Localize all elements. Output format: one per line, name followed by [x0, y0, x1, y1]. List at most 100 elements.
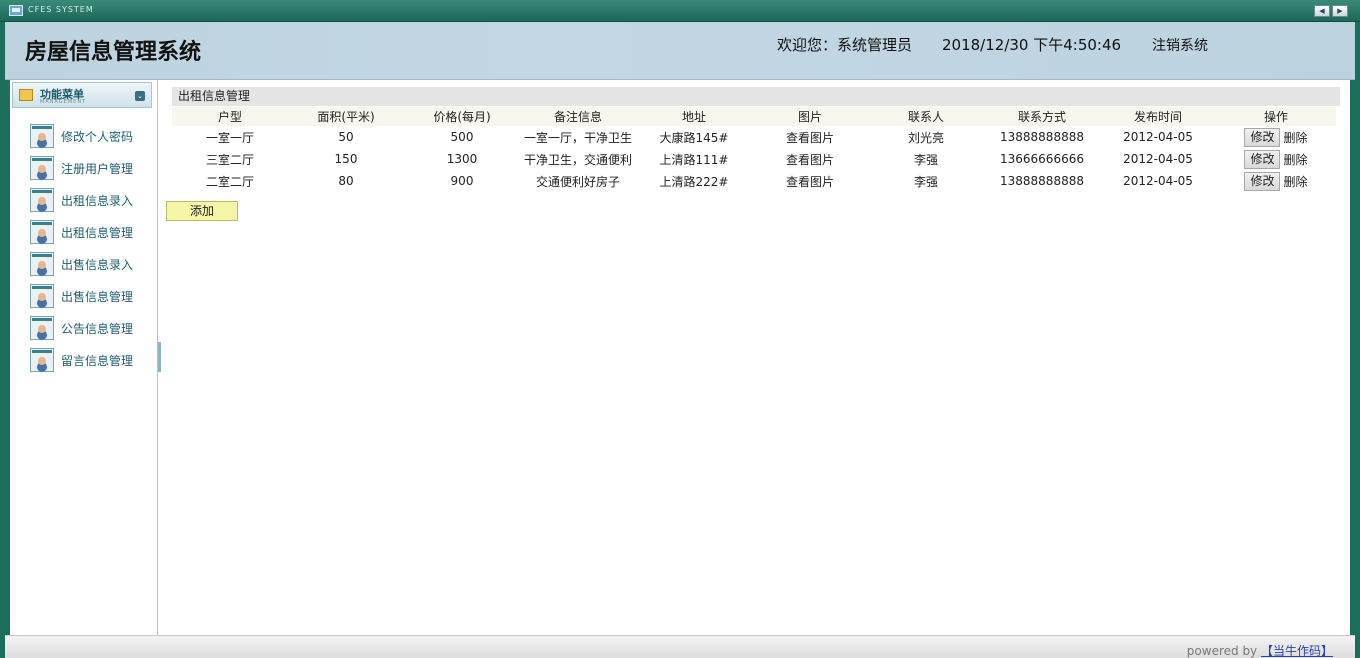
main-content: 出租信息管理 户型 面积(平米) 价格(每月) 备注信息 地址 图片 联系人 联… — [162, 80, 1350, 635]
table-row: 三室二厅 150 1300 干净卫生，交通便利 上清路111# 查看图片 李强 … — [172, 148, 1336, 170]
prev-arrow-icon[interactable]: ◀ — [1314, 5, 1330, 17]
edit-button[interactable]: 修改 — [1244, 127, 1281, 147]
content-frame: 功能菜单 MANAGEMENT ⌄ 修改个人密码 注册用户管理 出租信息录入 出… — [5, 80, 1355, 635]
column-header: 发布时间 — [1100, 107, 1216, 126]
sidebar-item-rental-management[interactable]: 出租信息管理 — [10, 218, 158, 250]
sidebar-item-label: 修改个人密码 — [61, 130, 134, 144]
user-icon — [30, 348, 54, 372]
footer: powered by 【当牛作码】 — [5, 635, 1355, 658]
view-image-link[interactable]: 查看图片 — [752, 148, 868, 170]
cell-contact: 李强 — [913, 152, 938, 167]
cell-contact: 刘光亮 — [907, 130, 944, 145]
column-header: 操作 — [1216, 107, 1336, 126]
sidebar-item-label: 出售信息录入 — [61, 258, 134, 272]
column-header: 图片 — [752, 107, 868, 126]
column-header: 价格(每月) — [404, 107, 520, 126]
cell-address: 上清路111# — [659, 152, 729, 167]
sidebar-item-change-password[interactable]: 修改个人密码 — [10, 122, 158, 154]
window-titlebar: CFES SYSTEM ◀ ▶ — [0, 0, 1360, 22]
rental-table: 户型 面积(平米) 价格(每月) 备注信息 地址 图片 联系人 联系方式 发布时… — [172, 107, 1336, 192]
column-header: 地址 — [636, 107, 752, 126]
sidebar-item-rental-entry[interactable]: 出租信息录入 — [10, 186, 158, 218]
menu-list: 修改个人密码 注册用户管理 出租信息录入 出租信息管理 出售信息录入 出售信息管… — [10, 122, 158, 378]
folder-icon — [19, 89, 33, 101]
sidebar-item-label: 出售信息管理 — [61, 290, 134, 304]
cell-area: 150 — [334, 152, 358, 166]
sidebar-item-sale-management[interactable]: 出售信息管理 — [10, 282, 158, 314]
cell-address: 大康路145# — [659, 130, 729, 145]
sidebar-item-label: 公告信息管理 — [61, 322, 134, 336]
edit-button[interactable]: 修改 — [1244, 171, 1281, 191]
cell-contact: 李强 — [913, 174, 938, 189]
table-header-row: 户型 面积(平米) 价格(每月) 备注信息 地址 图片 联系人 联系方式 发布时… — [172, 107, 1336, 126]
view-image-link[interactable]: 查看图片 — [752, 170, 868, 192]
column-header: 联系人 — [868, 107, 984, 126]
page-header: 房屋信息管理系统 欢迎您：系统管理员 2018/12/30 下午4:50:46 … — [5, 22, 1355, 80]
sidebar-item-label: 出租信息录入 — [61, 194, 134, 208]
sidebar-item-label: 留言信息管理 — [61, 354, 134, 368]
panel-title: 出租信息管理 — [172, 87, 1340, 106]
table-row: 一室一厅 50 500 一室一厅，干净卫生 大康路145# 查看图片 刘光亮 1… — [172, 126, 1336, 148]
page-title: 房屋信息管理系统 — [25, 40, 202, 65]
cell-actions: 修改 删除 — [1216, 148, 1336, 170]
cell-area: 50 — [338, 130, 354, 144]
sidebar-item-label: 出租信息管理 — [61, 226, 134, 240]
menu-header: 功能菜单 MANAGEMENT ⌄ — [12, 82, 152, 108]
cell-type: 三室二厅 — [205, 152, 254, 167]
edit-button[interactable]: 修改 — [1244, 149, 1281, 169]
next-arrow-icon[interactable]: ▶ — [1332, 5, 1348, 17]
cell-note: 交通便利好房子 — [535, 174, 620, 189]
cell-type: 二室二厅 — [205, 174, 254, 189]
cell-date: 2012-04-05 — [1123, 130, 1193, 144]
current-datetime: 2018/12/30 下午4:50:46 — [942, 36, 1122, 54]
cell-price: 500 — [450, 130, 474, 144]
cell-price: 1300 — [446, 152, 478, 166]
system-icon — [9, 5, 23, 16]
sidebar-item-notice-management[interactable]: 公告信息管理 — [10, 314, 158, 346]
column-header: 面积(平米) — [288, 107, 404, 126]
user-icon — [30, 220, 54, 244]
column-header: 联系方式 — [984, 107, 1100, 126]
cell-note: 一室一厅，干净卫生 — [523, 130, 632, 145]
cell-date: 2012-04-05 — [1123, 152, 1193, 166]
cell-actions: 修改 删除 — [1216, 126, 1336, 148]
sidebar-item-message-management[interactable]: 留言信息管理 — [10, 346, 158, 378]
logout-link[interactable]: 注销系统 — [1152, 35, 1208, 55]
user-icon — [30, 284, 54, 308]
cell-actions: 修改 删除 — [1216, 170, 1336, 192]
column-header: 户型 — [172, 107, 288, 126]
cell-type: 一室一厅 — [205, 130, 254, 145]
sidebar-item-sale-entry[interactable]: 出售信息录入 — [10, 250, 158, 282]
table-row: 二室二厅 80 900 交通便利好房子 上清路222# 查看图片 李强 1388… — [172, 170, 1336, 192]
add-button[interactable]: 添加 — [166, 201, 238, 221]
cell-phone: 13888888888 — [1000, 174, 1084, 188]
sidebar: 功能菜单 MANAGEMENT ⌄ 修改个人密码 注册用户管理 出租信息录入 出… — [10, 80, 158, 635]
user-icon — [30, 156, 54, 180]
collapse-icon[interactable]: ⌄ — [135, 91, 145, 101]
user-icon — [30, 252, 54, 276]
delete-link[interactable]: 删除 — [1283, 151, 1307, 168]
user-icon — [30, 316, 54, 340]
menu-subtitle: MANAGEMENT — [40, 99, 87, 105]
cell-phone: 13666666666 — [1000, 152, 1084, 166]
powered-by-label: powered by — [1186, 644, 1258, 658]
brand-link[interactable]: 【当牛作码】 — [1261, 644, 1333, 658]
cell-price: 900 — [450, 174, 474, 188]
delete-link[interactable]: 删除 — [1283, 129, 1307, 146]
sidebar-splitter-handle[interactable] — [158, 342, 161, 372]
cell-area: 80 — [338, 174, 354, 188]
system-label: CFES SYSTEM — [28, 5, 94, 14]
cell-address: 上清路222# — [659, 174, 729, 189]
cell-date: 2012-04-05 — [1123, 174, 1193, 188]
sidebar-item-user-management[interactable]: 注册用户管理 — [10, 154, 158, 186]
welcome-text: 欢迎您：系统管理员 — [777, 36, 913, 54]
user-icon — [30, 188, 54, 212]
column-header: 备注信息 — [520, 107, 636, 126]
cell-phone: 13888888888 — [1000, 130, 1084, 144]
delete-link[interactable]: 删除 — [1283, 173, 1307, 190]
sidebar-item-label: 注册用户管理 — [61, 162, 134, 176]
user-icon — [30, 124, 54, 148]
powered-by: powered by 【当牛作码】 — [1187, 642, 1333, 658]
cell-note: 干净卫生，交通便利 — [523, 152, 632, 167]
view-image-link[interactable]: 查看图片 — [752, 126, 868, 148]
